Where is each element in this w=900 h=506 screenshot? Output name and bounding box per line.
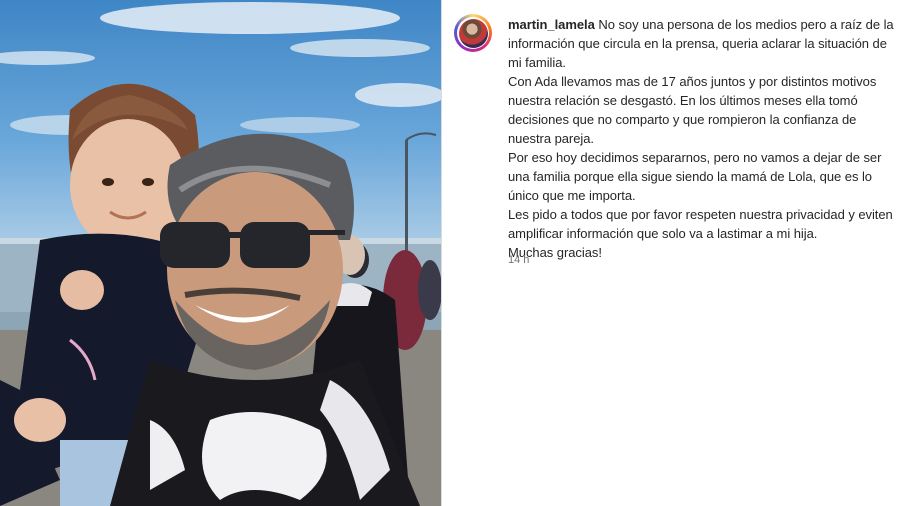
post-caption: martin_lamela No soy una persona de los … bbox=[508, 15, 894, 262]
post-timestamp[interactable]: 14 h bbox=[508, 254, 529, 266]
caption-paragraph: Con Ada llevamos mas de 17 años juntos y… bbox=[508, 74, 877, 146]
caption-panel: martin_lamela No soy una persona de los … bbox=[442, 0, 900, 506]
avatar-image bbox=[458, 18, 488, 48]
avatar-ring bbox=[457, 17, 489, 49]
photo-illustration bbox=[0, 2, 441, 506]
caption-paragraph: Les pido a todos que por favor respeten … bbox=[508, 207, 893, 241]
instagram-post: martin_lamela No soy una persona de los … bbox=[0, 0, 900, 506]
author-avatar[interactable] bbox=[454, 14, 492, 52]
caption-paragraph: Por eso hoy decidimos separarnos, pero n… bbox=[508, 150, 882, 203]
post-photo[interactable] bbox=[0, 0, 441, 506]
author-username[interactable]: martin_lamela bbox=[508, 17, 595, 32]
caption-paragraph: Muchas gracias! bbox=[508, 245, 602, 260]
